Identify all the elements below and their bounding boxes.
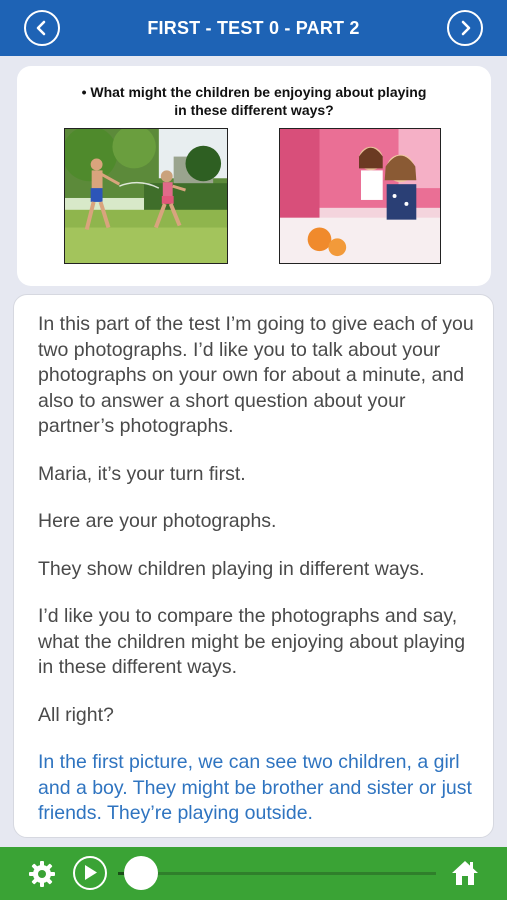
progress-track[interactable] [118, 872, 436, 875]
chevron-right-icon [461, 20, 471, 36]
player-bar [0, 847, 507, 900]
settings-button[interactable] [28, 860, 56, 888]
transcript-paragraph: Maria, it’s your turn first. [38, 462, 246, 485]
play-button[interactable] [73, 856, 107, 890]
transcript-card[interactable]: In this part of the test I’m going to gi… [13, 294, 494, 838]
progress-thumb[interactable] [124, 856, 158, 890]
transcript-paragraph: Here are your photographs. [38, 510, 277, 532]
transcript-paragraph: I’d like you to compare the photographs … [38, 605, 466, 678]
gear-icon [29, 861, 55, 887]
transcript-paragraph: All right? [38, 703, 114, 726]
photo-children-playing-outside [64, 128, 228, 264]
play-icon [85, 865, 97, 880]
transcript-paragraph: In this part of the test I’m going to gi… [38, 313, 474, 437]
back-button[interactable] [24, 10, 60, 46]
model-answer-paragraph: In the first picture, we can see two chi… [38, 751, 472, 824]
question-text: • What might the children be enjoying ab… [17, 83, 491, 119]
home-icon [452, 861, 478, 885]
page-title: FIRST - TEST 0 - PART 2 [147, 17, 360, 38]
question-line-2: in these different ways? [174, 102, 334, 118]
question-line-1: • What might the children be enjoying ab… [81, 84, 427, 100]
header-bar: FIRST - TEST 0 - PART 2 [0, 0, 507, 56]
question-card: • What might the children be enjoying ab… [17, 66, 491, 286]
forward-button[interactable] [447, 10, 483, 46]
photo-children-in-kitchen [279, 128, 441, 264]
chevron-left-icon [36, 20, 46, 36]
transcript-content: In this part of the test I’m going to gi… [38, 312, 478, 837]
transcript-paragraph: They show children playing in different … [38, 557, 425, 580]
home-button[interactable] [450, 858, 480, 888]
